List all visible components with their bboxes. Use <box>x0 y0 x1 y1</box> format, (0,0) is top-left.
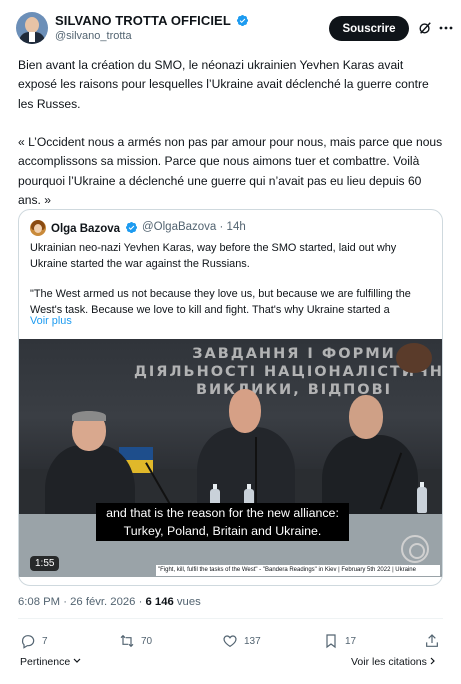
watermark-logo-icon <box>401 535 429 563</box>
tweet-paragraph: « L’Occident nous a armés non pas par am… <box>18 135 443 208</box>
relevance-label: Pertinence <box>20 656 71 668</box>
view-quotes-label: Voir les citations <box>351 656 427 668</box>
author-name[interactable]: SILVANO TROTTA OFFICIEL <box>55 13 231 28</box>
share-button[interactable] <box>424 633 446 649</box>
water-bottle-image <box>417 482 427 513</box>
author-handle[interactable]: @silvano_trotta <box>55 30 132 42</box>
like-button[interactable]: 137 <box>222 633 261 649</box>
reply-button[interactable]: 7 <box>20 633 48 649</box>
chevron-down-icon <box>73 658 81 663</box>
read-more-link[interactable]: Voir plus <box>30 315 72 327</box>
video-duration: 1:55 <box>30 556 60 571</box>
tweet-text: Bien avant la création du SMO, le néonaz… <box>18 56 443 230</box>
repost-count: 70 <box>141 635 153 647</box>
view-quotes-link[interactable]: Voir les citations <box>351 656 436 668</box>
quoted-tweet[interactable]: Olga Bazova @OlgaBazova · 14h Ukrainian … <box>18 209 443 586</box>
tweet-header: SILVANO TROTTA OFFICIEL @silvano_trotta … <box>16 12 453 52</box>
chevron-right-icon <box>430 657 435 665</box>
microphone-image <box>255 437 257 507</box>
video-caption: "Fight, kill, fulfil the tasks of the We… <box>156 565 440 576</box>
subscribe-button[interactable]: Souscrire <box>329 16 409 41</box>
timestamp[interactable]: 6:08 PM · 26 févr. 2026 · <box>18 596 145 608</box>
quoted-paragraph: "The West armed us not because they love… <box>30 288 411 316</box>
verified-badge-icon <box>237 14 249 27</box>
grok-icon[interactable] <box>418 21 432 35</box>
reply-count: 7 <box>42 635 48 647</box>
repost-button[interactable]: 70 <box>119 633 152 649</box>
bookmark-button[interactable]: 17 <box>323 633 356 649</box>
author-name-row[interactable]: SILVANO TROTTA OFFICIEL <box>55 13 249 28</box>
like-count: 137 <box>244 635 261 647</box>
video-subtitle: and that is the reason for the new allia… <box>96 503 349 541</box>
quoted-author-name-row[interactable]: Olga Bazova <box>51 221 138 235</box>
reply-icon <box>21 635 35 649</box>
bookmark-count: 17 <box>345 635 357 647</box>
more-options-icon[interactable] <box>439 25 453 31</box>
channel-logo-image <box>396 343 432 373</box>
quoted-author-avatar[interactable] <box>30 220 46 236</box>
author-avatar[interactable] <box>16 12 48 44</box>
repost-icon <box>120 634 134 648</box>
tweet-meta: 6:08 PM · 26 févr. 2026 · 6 146 vues <box>18 596 201 608</box>
relevance-sort-dropdown[interactable]: Pertinence <box>20 656 81 668</box>
tweet-paragraph: Bien avant la création du SMO, le néonaz… <box>18 58 429 111</box>
video-player[interactable]: ЗАВДАННЯ І ФОРМИ ДІЯЛЬНОСТІ НАЦІОНАЛІСТИ… <box>19 339 442 577</box>
views-count: 6 146 <box>145 596 174 608</box>
verified-badge-icon <box>126 221 138 234</box>
bookmark-icon <box>326 634 336 649</box>
quoted-author-handle[interactable]: @OlgaBazova · 14h <box>142 221 246 233</box>
quoted-text: Ukrainian neo-nazi Yevhen Karas, way bef… <box>30 241 435 318</box>
quoted-paragraph: Ukrainian neo-nazi Yevhen Karas, way bef… <box>30 242 397 270</box>
divider <box>18 618 443 619</box>
quoted-author-name[interactable]: Olga Bazova <box>51 223 120 235</box>
views-label: vues <box>173 596 201 608</box>
heart-icon <box>223 635 237 648</box>
share-icon <box>426 634 438 647</box>
